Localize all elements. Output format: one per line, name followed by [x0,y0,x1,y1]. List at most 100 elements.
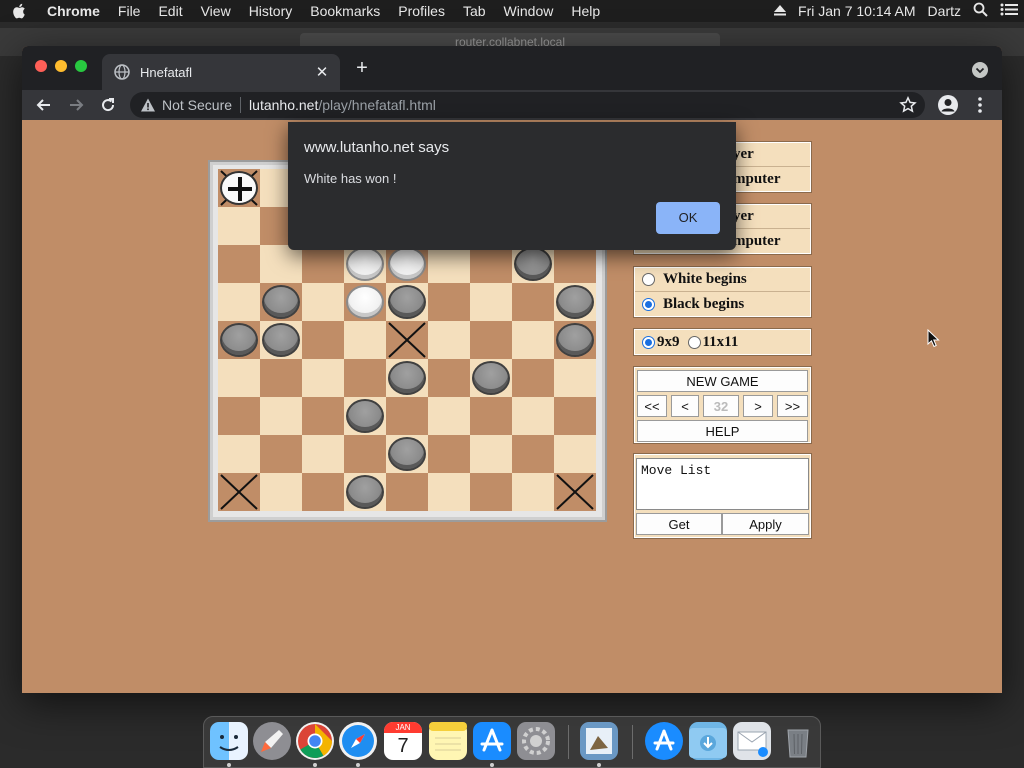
size-11x11-label[interactable]: 11x11 [703,334,739,351]
menu-view[interactable]: View [192,0,240,22]
board-square[interactable] [302,321,344,359]
board-square[interactable] [260,435,302,473]
reload-icon[interactable] [97,94,119,116]
size-9x9-label[interactable]: 9x9 [657,334,680,351]
board-square[interactable] [470,321,512,359]
board-square[interactable] [260,321,302,359]
board-square[interactable] [428,321,470,359]
board-square[interactable] [344,435,386,473]
tab-hnefatafl[interactable]: Hnefatafl ✕ [102,54,340,90]
black-begins-radio[interactable] [642,297,655,311]
downloads-folder-icon[interactable] [689,722,727,760]
board-square[interactable] [554,359,596,397]
menu-user[interactable]: Dartz [922,3,967,19]
menu-tab[interactable]: Tab [454,0,495,22]
menu-window[interactable]: Window [495,0,563,22]
board-square[interactable] [554,397,596,435]
last-move-button[interactable]: >> [777,395,808,417]
board-square[interactable] [302,359,344,397]
first-move-button[interactable]: << [637,395,667,417]
new-tab-plus-icon[interactable]: + [352,58,372,78]
menu-help[interactable]: Help [562,0,609,22]
menu-edit[interactable]: Edit [149,0,191,22]
black-piece[interactable] [556,285,594,319]
profile-avatar-icon[interactable] [938,95,958,115]
white-piece[interactable] [346,285,384,319]
board-square[interactable] [260,359,302,397]
finder-icon[interactable] [210,722,248,760]
size-11x11-radio[interactable] [687,335,701,349]
board-square[interactable] [386,321,428,359]
black-begins-option[interactable]: Black begins [635,292,810,316]
board-square[interactable] [428,283,470,321]
board-square[interactable] [302,245,344,283]
calendar-icon[interactable]: JAN 7 [384,722,422,760]
move-list-textarea[interactable]: Move List [636,458,809,510]
board-square[interactable] [470,283,512,321]
board-square[interactable] [260,283,302,321]
board-square[interactable] [428,397,470,435]
board-square[interactable] [302,283,344,321]
black-piece[interactable] [388,437,426,471]
black-piece[interactable] [472,361,510,395]
board-square[interactable] [218,283,260,321]
apply-button[interactable]: Apply [722,513,809,535]
address-bar[interactable]: Not Secure lutanho.net/play/hnefatafl.ht… [130,92,925,118]
board-square[interactable] [344,359,386,397]
preview-icon[interactable] [580,722,618,760]
close-window-button[interactable] [35,60,47,72]
menu-file[interactable]: File [109,0,150,22]
app-store-2-icon[interactable] [645,722,683,760]
forward-arrow-icon[interactable] [65,94,87,116]
help-button[interactable]: HELP [637,420,808,442]
black-piece[interactable] [346,475,384,509]
board-square[interactable] [218,359,260,397]
board-square[interactable] [428,473,470,511]
board-square[interactable] [386,435,428,473]
board-square[interactable] [302,473,344,511]
black-piece[interactable] [262,323,300,357]
mail-icon[interactable] [733,722,771,760]
board-square[interactable] [386,283,428,321]
app-store-icon[interactable] [473,722,511,760]
warning-triangle-icon[interactable] [140,97,156,113]
menu-profiles[interactable]: Profiles [389,0,454,22]
board-square[interactable] [260,473,302,511]
notification-center-icon[interactable] [994,3,1024,19]
bookmark-star-icon[interactable] [899,95,917,114]
system-preferences-icon[interactable] [517,722,555,760]
board-square[interactable] [554,473,596,511]
board-square[interactable] [470,359,512,397]
board-square[interactable] [512,359,554,397]
black-piece[interactable] [220,323,258,357]
board-square[interactable] [470,397,512,435]
menu-clock[interactable]: Fri Jan 7 10:14 AM [792,3,922,19]
board-square[interactable] [218,473,260,511]
chrome-icon[interactable] [296,722,334,760]
board-square[interactable] [218,435,260,473]
board-square[interactable] [218,321,260,359]
apple-menu-icon[interactable] [0,3,38,19]
board-square[interactable] [470,473,512,511]
board-square[interactable] [470,245,512,283]
eject-icon[interactable] [768,3,792,19]
board-square[interactable] [260,245,302,283]
board-square[interactable] [470,435,512,473]
board-square[interactable] [512,283,554,321]
minimize-window-button[interactable] [55,60,67,72]
not-secure-label[interactable]: Not Secure [162,97,232,113]
board-square[interactable] [512,473,554,511]
back-arrow-icon[interactable] [33,94,55,116]
board-square[interactable] [218,397,260,435]
size-9x9-radio[interactable] [642,335,655,349]
board-square[interactable] [344,397,386,435]
black-piece[interactable] [514,247,552,281]
zoom-window-button[interactable] [75,60,87,72]
black-piece[interactable] [262,285,300,319]
next-move-button[interactable]: > [743,395,773,417]
board-square[interactable] [344,283,386,321]
trash-icon[interactable] [779,722,817,760]
white-begins-radio[interactable] [642,273,655,286]
tab-close-icon[interactable]: ✕ [312,63,332,81]
board-square[interactable] [218,245,260,283]
